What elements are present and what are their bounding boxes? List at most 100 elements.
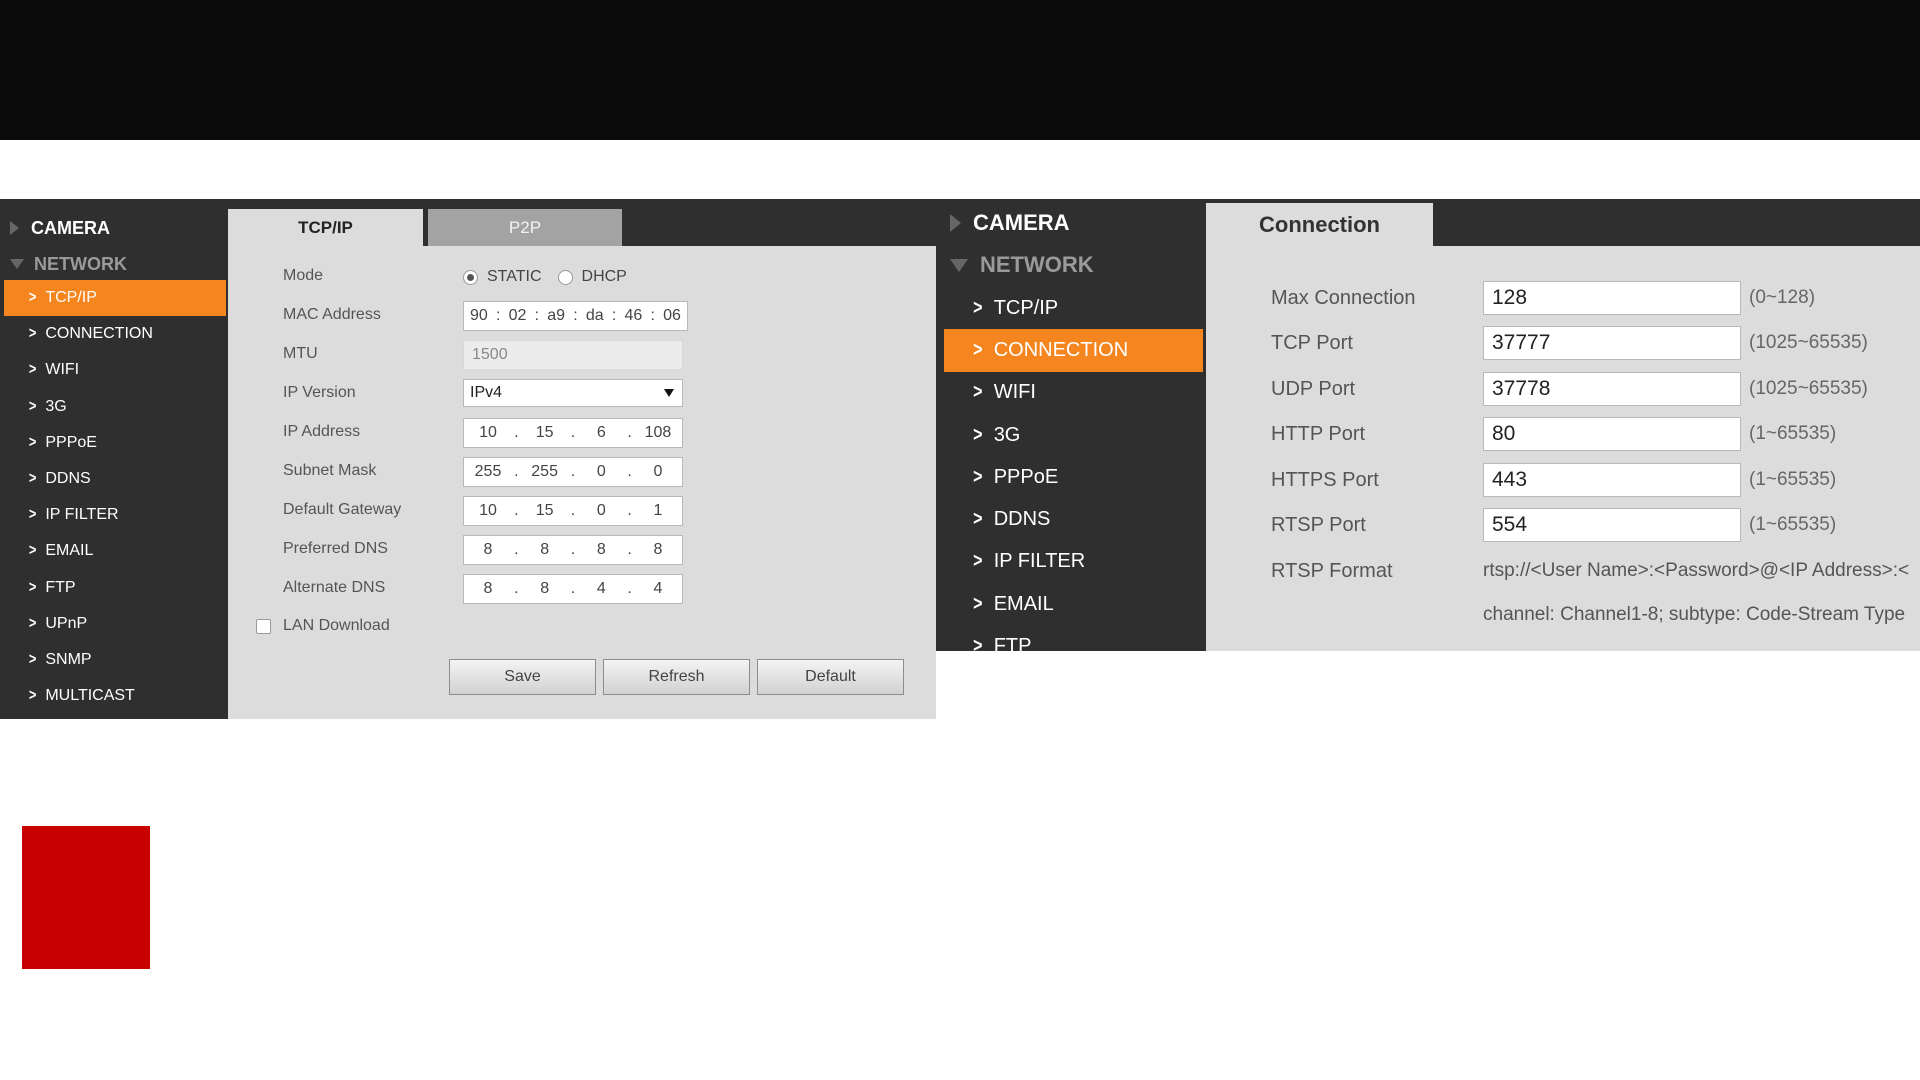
sidebar-item-3g[interactable]: >3G	[936, 414, 1206, 456]
sidebar-item-connection[interactable]: > CONNECTION	[0, 316, 228, 352]
mac-address-field[interactable]: 90: 02: a9: da: 46: 06	[463, 301, 688, 331]
sidebar-item-email[interactable]: > EMAIL	[936, 583, 1206, 625]
ip-version-select[interactable]: IPv4	[463, 379, 683, 407]
sidebar-item-tcpip[interactable]: > TCP/IP	[936, 287, 1206, 329]
sidebar-item-ftp[interactable]: > FTP	[936, 625, 1206, 651]
sidebar-section-label: CAMERA	[973, 210, 1070, 235]
chevron-right-icon: >	[28, 397, 37, 415]
rtsp-format-url: rtsp://<User Name>:<Password>@<IP Addres…	[1483, 560, 1910, 581]
ip-octet: 10	[479, 502, 497, 519]
sidebar-item-label: UPnP	[45, 614, 88, 632]
save-button[interactable]: Save	[449, 659, 596, 695]
ip-octet: 10	[479, 424, 497, 441]
sidebar-item-ftp[interactable]: > FTP	[0, 570, 228, 606]
sidebar-item-upnp[interactable]: > UPnP	[0, 606, 228, 642]
sidebar-item-label: DDNS	[993, 508, 1051, 531]
sidebar-item-label: TCP/IP	[45, 289, 97, 307]
sidebar-section-network[interactable]: NETWORK	[950, 251, 1094, 279]
ip-dot: .	[514, 580, 519, 597]
ip-octet: 15	[535, 424, 554, 441]
sidebar-item-label: 3G	[993, 423, 1021, 446]
sidebar-item-label: FTP	[993, 635, 1032, 651]
sidebar-item-wifi[interactable]: > WIFI	[0, 352, 228, 388]
sidebar-item-snmp[interactable]: > SNMP	[0, 642, 228, 678]
http-port-input[interactable]: 80	[1483, 417, 1741, 451]
sidebar-item-multicast[interactable]: > MULTICAST	[0, 678, 228, 714]
collapsed-triangle-icon	[10, 221, 19, 235]
lan-download-checkbox[interactable]	[256, 619, 271, 634]
ip-dot: .	[570, 463, 576, 480]
chevron-right-icon: >	[973, 508, 983, 531]
rtsp-port-input[interactable]: 554	[1483, 508, 1741, 542]
sidebar-item-tcpip[interactable]: > TCP/IP	[4, 280, 226, 317]
chevron-right-icon: >	[28, 325, 37, 343]
sidebar-item-label: IP FILTER	[45, 506, 119, 524]
chevron-right-icon: >	[973, 465, 983, 488]
mac-octet: 06	[663, 307, 681, 324]
sidebar-item-label: EMAIL	[45, 542, 94, 560]
sidebar-nav-list: > TCP/IP > CONNECTION > WIFI >3G > PPPoE > DD…	[936, 287, 1206, 651]
ip-dot: .	[570, 580, 576, 597]
sidebar-item-ip-filter[interactable]: > IP FILTER	[0, 497, 228, 533]
preferred-dns-field[interactable]: 8. 8. 8. 8	[463, 535, 683, 565]
sidebar-item-pppoe[interactable]: > PPPoE	[936, 456, 1206, 498]
ip-octet: 255	[531, 463, 558, 480]
mac-separator: :	[495, 307, 501, 324]
sidebar-item-ddns[interactable]: > DDNS	[0, 461, 228, 497]
ip-octet: 0	[653, 463, 663, 480]
tcp-port-input[interactable]: 37777	[1483, 326, 1741, 360]
alternate-dns-field[interactable]: 8. 8. 4. 4	[463, 574, 683, 604]
sidebar-section-camera[interactable]: CAMERA	[950, 209, 1070, 237]
sidebar-item-wifi[interactable]: > WIFI	[936, 372, 1206, 414]
max-connection-range: (0~128)	[1749, 287, 1816, 308]
sidebar-item-ip-filter[interactable]: > IP FILTER	[936, 541, 1206, 583]
ip-dot: .	[627, 424, 632, 441]
tab-connection[interactable]: Connection	[1206, 203, 1433, 246]
mode-dhcp-radio[interactable]	[557, 269, 573, 285]
mac-separator: :	[573, 307, 578, 324]
https-port-input[interactable]: 443	[1483, 463, 1741, 497]
ip-version-value: IPv4	[470, 384, 503, 401]
sidebar-section-network[interactable]: NETWORK	[10, 252, 127, 276]
sidebar: CAMERA NETWORK > TCP/IP > CONNECTION > WIFI…	[936, 199, 1206, 651]
subnet-mask-field[interactable]: 255. 255. 0. 0	[463, 457, 683, 487]
chevron-right-icon: >	[28, 361, 37, 379]
rtsp-port-range: (1~65535)	[1749, 514, 1837, 535]
default-button[interactable]: Default	[757, 659, 904, 695]
mac-octet: 46	[624, 307, 643, 324]
sidebar-item-label: DDNS	[45, 470, 91, 488]
sidebar-item-email[interactable]: > EMAIL	[0, 533, 228, 569]
tab-p2p[interactable]: P2P	[428, 209, 622, 246]
sidebar-item-label: PPPoE	[993, 465, 1059, 488]
ip-octet: 4	[596, 580, 606, 597]
ip-dot: .	[514, 541, 519, 558]
sidebar-item-ddns[interactable]: > DDNS	[936, 498, 1206, 540]
mac-octet: a9	[547, 307, 566, 324]
ip-dot: .	[514, 424, 519, 441]
chevron-right-icon: >	[973, 550, 983, 573]
ip-octet: 8	[596, 541, 606, 558]
refresh-button[interactable]: Refresh	[603, 659, 750, 695]
default-gateway-field[interactable]: 10. 15. 0. 1	[463, 496, 683, 526]
mode-static-radio[interactable]	[463, 269, 478, 285]
ip-address-field[interactable]: 10. 15. 6. 108	[463, 418, 683, 448]
tab-tcpip[interactable]: TCP/IP	[228, 209, 423, 246]
chevron-right-icon: >	[973, 592, 983, 615]
udp-port-range: (1025~65535)	[1749, 378, 1868, 399]
sidebar-section-camera[interactable]: CAMERA	[10, 216, 110, 240]
dropdown-arrow-icon	[664, 389, 674, 397]
udp-port-input[interactable]: 37778	[1483, 372, 1741, 406]
chevron-right-icon: >	[28, 289, 37, 307]
expanded-triangle-icon	[950, 258, 968, 272]
expanded-triangle-icon	[10, 259, 24, 269]
sidebar-item-pppoe[interactable]: > PPPoE	[0, 425, 228, 461]
sidebar-item-connection[interactable]: > CONNECTION	[944, 329, 1203, 372]
max-connection-input[interactable]: 128	[1483, 281, 1741, 315]
sidebar: CAMERA NETWORK > TCP/IP > CONNECTION > WIFI…	[0, 199, 228, 719]
sidebar-item-3g[interactable]: >3G	[0, 389, 228, 425]
ip-octet: 0	[596, 463, 606, 480]
https-port-label: HTTPS Port	[1271, 468, 1379, 491]
chevron-right-icon: >	[28, 578, 37, 596]
ip-octet: 255	[474, 463, 502, 480]
mtu-field[interactable]: 1500	[463, 340, 683, 370]
